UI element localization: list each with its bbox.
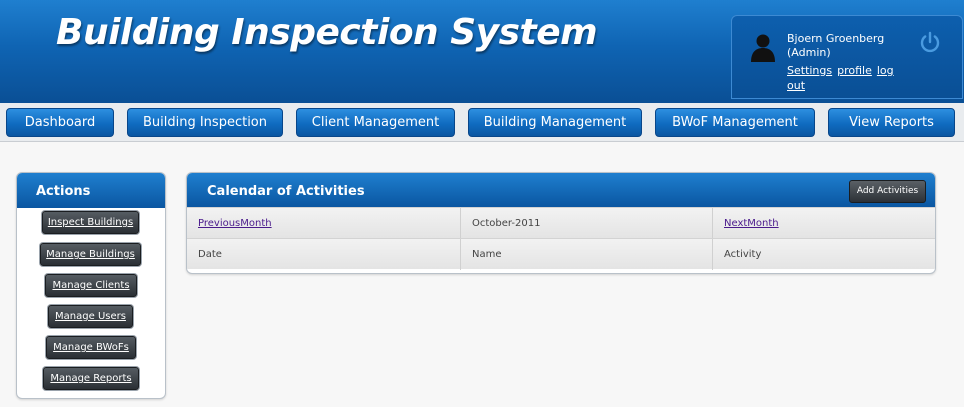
- manage-users-button[interactable]: Manage Users: [48, 305, 133, 328]
- app-title: Building Inspection System: [56, 12, 598, 53]
- nav-view-reports[interactable]: View Reports: [828, 108, 955, 137]
- prev-month-cell: PreviousMonth: [187, 208, 460, 239]
- profile-link[interactable]: profile: [837, 64, 872, 77]
- nav-bwof-management[interactable]: BWoF Management: [655, 108, 815, 137]
- calendar-title: Calendar of Activities: [207, 184, 365, 199]
- calendar-month-row: PreviousMonth October-2011 NextMonth: [187, 207, 935, 239]
- add-activities-button[interactable]: Add Activities: [849, 180, 926, 203]
- app-header: Building Inspection System Bjoern Groenb…: [0, 0, 964, 103]
- user-panel: Bjoern Groenberg (Admin) Settings profile…: [731, 15, 963, 99]
- manage-clients-button[interactable]: Manage Clients: [45, 274, 137, 297]
- next-month-cell: NextMonth: [712, 208, 935, 239]
- user-name-block: Bjoern Groenberg (Admin): [787, 32, 897, 60]
- manage-buildings-button[interactable]: Manage Buildings: [40, 243, 141, 266]
- power-icon[interactable]: [918, 30, 942, 54]
- user-links: Settings profile log out: [787, 63, 907, 93]
- calendar-header: Calendar of Activities Add Activities: [187, 173, 935, 207]
- inspect-buildings-button[interactable]: Inspect Buildings: [42, 211, 139, 234]
- previous-month-link[interactable]: PreviousMonth: [198, 218, 272, 229]
- user-avatar-icon: [751, 34, 775, 62]
- nav-building-inspection[interactable]: Building Inspection: [127, 108, 283, 137]
- user-role: (Admin): [787, 46, 831, 59]
- nav-building-management[interactable]: Building Management: [468, 108, 642, 137]
- column-date: Date: [198, 249, 222, 260]
- next-month-link[interactable]: NextMonth: [724, 218, 779, 229]
- actions-panel: Actions Inspect Buildings Manage Buildin…: [16, 172, 166, 399]
- nav-dashboard[interactable]: Dashboard: [6, 108, 114, 137]
- nav-client-management[interactable]: Client Management: [296, 108, 455, 137]
- current-month-label: October-2011: [460, 208, 712, 239]
- calendar-panel: Calendar of Activities Add Activities Pr…: [186, 172, 936, 274]
- user-name: Bjoern Groenberg: [787, 32, 885, 45]
- manage-reports-button[interactable]: Manage Reports: [43, 367, 139, 390]
- manage-bwofs-button[interactable]: Manage BWoFs: [46, 336, 136, 359]
- settings-link[interactable]: Settings: [787, 64, 832, 77]
- column-activity: Activity: [712, 239, 935, 270]
- actions-title: Actions: [17, 173, 165, 208]
- calendar-header-row: Date Name Activity: [187, 238, 935, 270]
- main-nav: Dashboard Building Inspection Client Man…: [0, 103, 964, 142]
- column-name: Name: [460, 239, 712, 270]
